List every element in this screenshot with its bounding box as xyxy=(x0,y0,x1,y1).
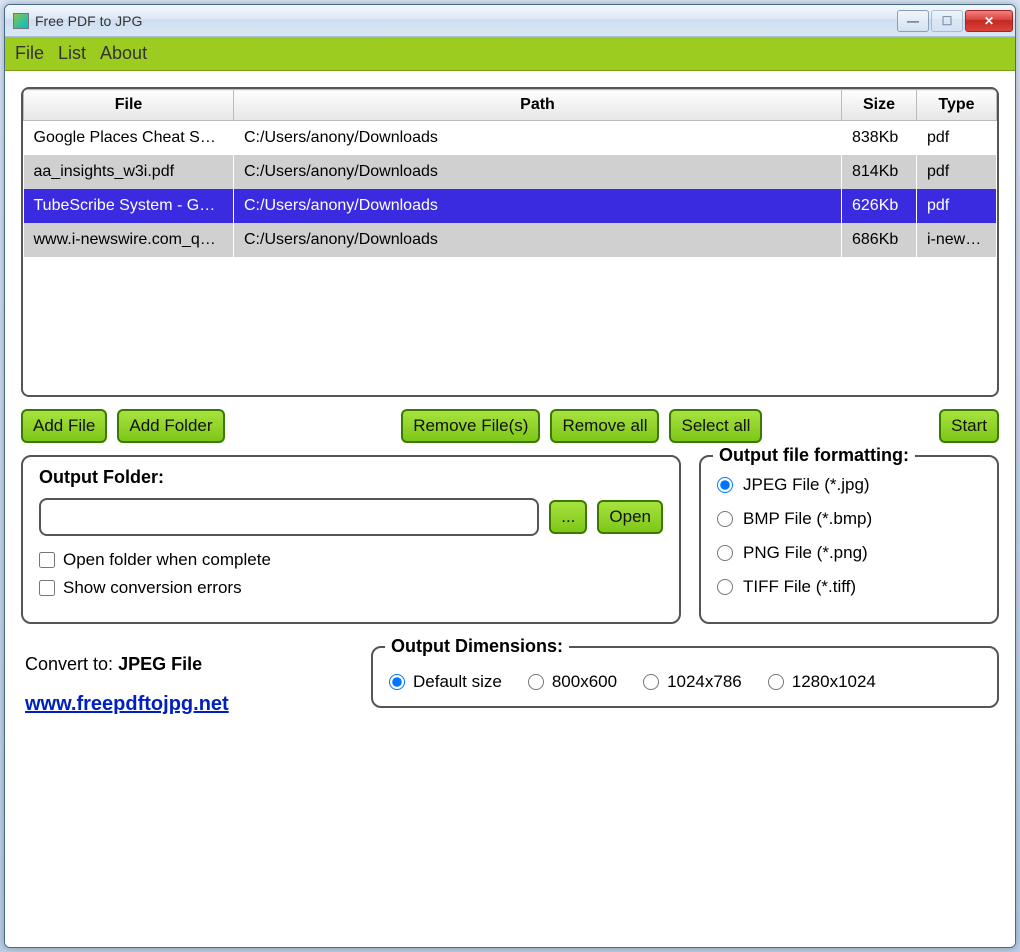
select-all-button[interactable]: Select all xyxy=(669,409,762,443)
open-when-complete-label: Open folder when complete xyxy=(63,550,271,570)
remove-files-button[interactable]: Remove File(s) xyxy=(401,409,540,443)
dim-default-label: Default size xyxy=(413,672,502,692)
add-file-button[interactable]: Add File xyxy=(21,409,107,443)
format-tiff-radio[interactable] xyxy=(717,579,733,595)
options-row: Output Folder: ... Open Open folder when… xyxy=(21,455,999,624)
dim-800-label: 800x600 xyxy=(552,672,617,692)
format-bmp-label: BMP File (*.bmp) xyxy=(743,509,872,529)
content-area: File Path Size Type Google Places Cheat … xyxy=(5,71,1015,947)
window-title: Free PDF to JPG xyxy=(35,13,897,29)
format-tiff-row[interactable]: TIFF File (*.tiff) xyxy=(717,577,981,597)
cell-path: C:/Users/anony/Downloads xyxy=(234,155,842,189)
cell-path: C:/Users/anony/Downloads xyxy=(234,189,842,223)
cell-file: aa_insights_w3i.pdf xyxy=(24,155,234,189)
window-controls: — ☐ ✕ xyxy=(897,10,1013,32)
format-png-label: PNG File (*.png) xyxy=(743,543,868,563)
show-errors-label: Show conversion errors xyxy=(63,578,242,598)
cell-size: 814Kb xyxy=(842,155,917,189)
output-folder-label: Output Folder: xyxy=(39,467,663,488)
dim-1280-row[interactable]: 1280x1024 xyxy=(768,672,876,692)
close-button[interactable]: ✕ xyxy=(965,10,1013,32)
menubar: File List About xyxy=(5,37,1015,71)
remove-all-button[interactable]: Remove all xyxy=(550,409,659,443)
cell-type: pdf xyxy=(917,189,997,223)
table-row[interactable]: Google Places Cheat She…C:/Users/anony/D… xyxy=(24,121,997,156)
cell-file: www.i-newswire.com_q… xyxy=(24,223,234,257)
output-dimensions-group: Output Dimensions: Default size 800x600 … xyxy=(371,646,999,708)
format-bmp-row[interactable]: BMP File (*.bmp) xyxy=(717,509,981,529)
output-format-group: Output file formatting: JPEG File (*.jpg… xyxy=(699,455,999,624)
table-row[interactable]: www.i-newswire.com_q…C:/Users/anony/Down… xyxy=(24,223,997,257)
cell-file: Google Places Cheat She… xyxy=(24,121,234,156)
dim-1024-label: 1024x786 xyxy=(667,672,742,692)
cell-size: 686Kb xyxy=(842,223,917,257)
maximize-button[interactable]: ☐ xyxy=(931,10,963,32)
convert-to-value: JPEG File xyxy=(118,654,202,674)
convert-to-label: Convert to: xyxy=(25,654,113,674)
file-table-container: File Path Size Type Google Places Cheat … xyxy=(21,87,999,397)
dim-default-row[interactable]: Default size xyxy=(389,672,502,692)
format-png-row[interactable]: PNG File (*.png) xyxy=(717,543,981,563)
bottom-row: Convert to: JPEG File www.freepdftojpg.n… xyxy=(21,646,999,724)
format-jpeg-radio[interactable] xyxy=(717,477,733,493)
open-when-complete-row[interactable]: Open folder when complete xyxy=(39,550,663,570)
file-table: File Path Size Type Google Places Cheat … xyxy=(23,89,997,257)
cell-file: TubeScribe System - Gui… xyxy=(24,189,234,223)
convert-info: Convert to: JPEG File www.freepdftojpg.n… xyxy=(21,646,351,724)
format-jpeg-label: JPEG File (*.jpg) xyxy=(743,475,870,495)
header-path[interactable]: Path xyxy=(234,90,842,121)
dim-800-row[interactable]: 800x600 xyxy=(528,672,617,692)
output-folder-group: Output Folder: ... Open Open folder when… xyxy=(21,455,681,624)
cell-type: pdf xyxy=(917,155,997,189)
header-type[interactable]: Type xyxy=(917,90,997,121)
dim-1024-row[interactable]: 1024x786 xyxy=(643,672,742,692)
cell-path: C:/Users/anony/Downloads xyxy=(234,223,842,257)
menu-about[interactable]: About xyxy=(100,43,147,64)
dim-1024-radio[interactable] xyxy=(643,674,659,690)
dim-800-radio[interactable] xyxy=(528,674,544,690)
output-dimensions-legend: Output Dimensions: xyxy=(385,636,569,657)
cell-size: 626Kb xyxy=(842,189,917,223)
format-jpeg-row[interactable]: JPEG File (*.jpg) xyxy=(717,475,981,495)
app-icon xyxy=(13,13,29,29)
open-when-complete-checkbox[interactable] xyxy=(39,552,55,568)
titlebar[interactable]: Free PDF to JPG — ☐ ✕ xyxy=(5,5,1015,37)
format-png-radio[interactable] xyxy=(717,545,733,561)
minimize-button[interactable]: — xyxy=(897,10,929,32)
cell-path: C:/Users/anony/Downloads xyxy=(234,121,842,156)
header-size[interactable]: Size xyxy=(842,90,917,121)
output-folder-input[interactable] xyxy=(39,498,539,536)
table-row[interactable]: aa_insights_w3i.pdfC:/Users/anony/Downlo… xyxy=(24,155,997,189)
menu-list[interactable]: List xyxy=(58,43,86,64)
action-button-row: Add File Add Folder Remove File(s) Remov… xyxy=(21,409,999,443)
start-button[interactable]: Start xyxy=(939,409,999,443)
cell-type: pdf xyxy=(917,121,997,156)
open-folder-button[interactable]: Open xyxy=(597,500,663,534)
app-window: Free PDF to JPG — ☐ ✕ File List About Fi… xyxy=(4,4,1016,948)
cell-type: i-news… xyxy=(917,223,997,257)
table-row[interactable]: TubeScribe System - Gui…C:/Users/anony/D… xyxy=(24,189,997,223)
header-file[interactable]: File xyxy=(24,90,234,121)
dim-default-radio[interactable] xyxy=(389,674,405,690)
cell-size: 838Kb xyxy=(842,121,917,156)
show-errors-checkbox[interactable] xyxy=(39,580,55,596)
menu-file[interactable]: File xyxy=(15,43,44,64)
browse-button[interactable]: ... xyxy=(549,500,587,534)
format-tiff-label: TIFF File (*.tiff) xyxy=(743,577,856,597)
dim-1280-radio[interactable] xyxy=(768,674,784,690)
dim-1280-label: 1280x1024 xyxy=(792,672,876,692)
output-format-legend: Output file formatting: xyxy=(713,445,915,466)
add-folder-button[interactable]: Add Folder xyxy=(117,409,224,443)
format-bmp-radio[interactable] xyxy=(717,511,733,527)
show-errors-row[interactable]: Show conversion errors xyxy=(39,578,663,598)
website-link[interactable]: www.freepdftojpg.net xyxy=(25,693,229,715)
